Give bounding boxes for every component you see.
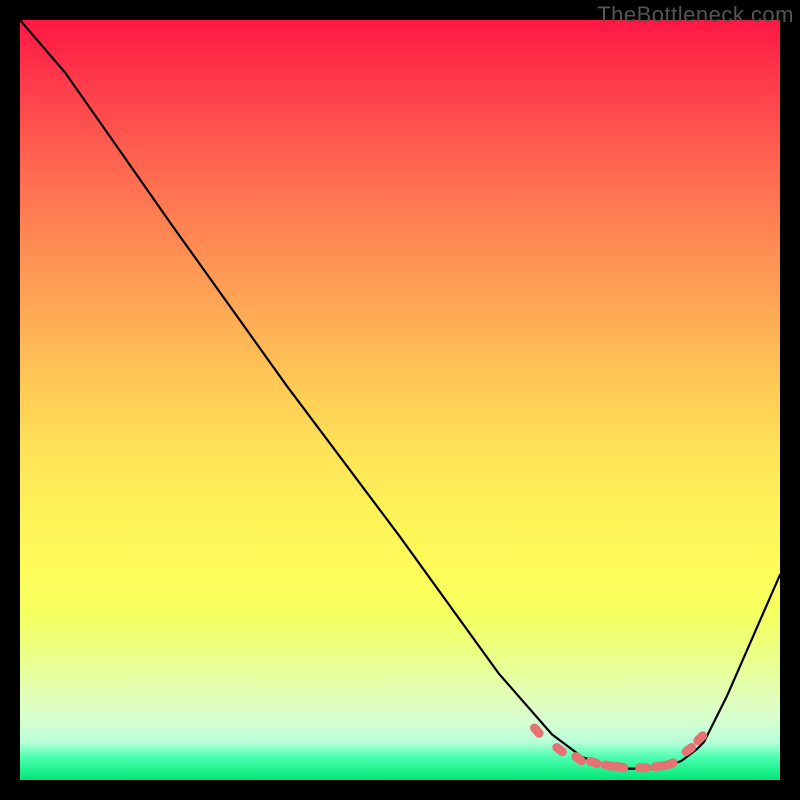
plot-area: [20, 20, 780, 780]
optimal-marker: [570, 750, 588, 767]
optimal-markers: [528, 722, 709, 773]
curve-layer: [20, 20, 780, 780]
optimal-marker: [612, 761, 629, 773]
optimal-marker: [635, 763, 651, 772]
watermark-text: TheBottleneck.com: [597, 2, 794, 28]
chart-container: TheBottleneck.com: [0, 0, 800, 800]
bottleneck-curve: [20, 20, 780, 769]
